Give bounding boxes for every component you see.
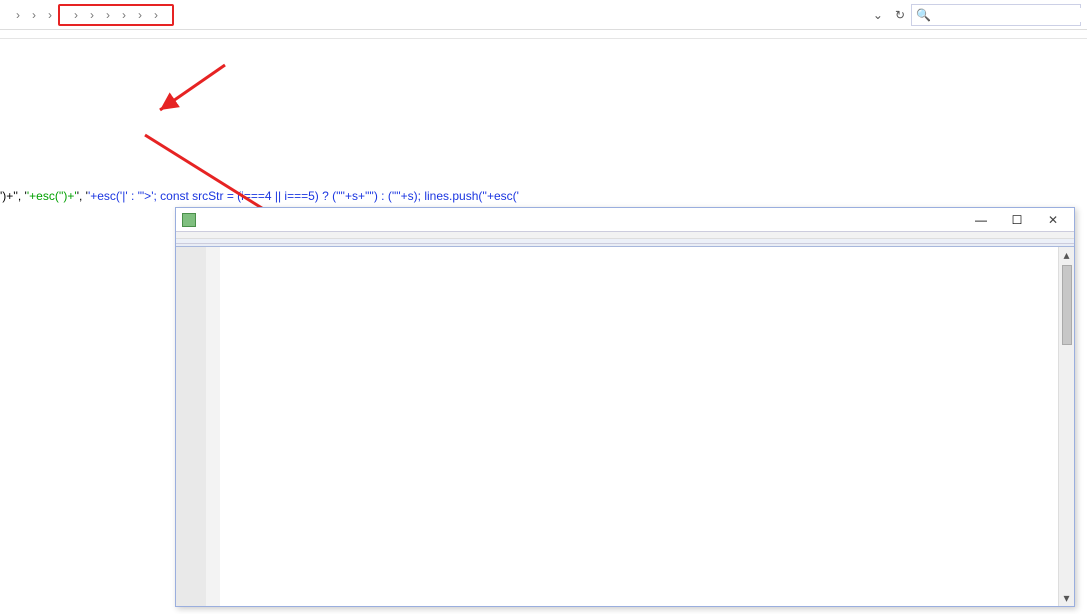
refresh-icon[interactable]: ↻ <box>889 8 911 22</box>
breadcrumb-highlight: › › › › › › <box>58 4 174 26</box>
column-headers[interactable] <box>0 30 1087 39</box>
close-button[interactable]: ✕ <box>1038 211 1068 229</box>
app-icon <box>182 213 196 227</box>
window-titlebar[interactable]: — ☐ ✕ <box>176 208 1074 232</box>
code-editor[interactable] <box>220 247 1074 606</box>
notepadpp-window: — ☐ ✕ ▴ ▾ <box>175 207 1075 607</box>
scroll-up-icon[interactable]: ▴ <box>1059 247 1074 263</box>
history-dropdown-icon[interactable]: ⌄ <box>867 8 889 22</box>
chevron-icon: › <box>16 8 20 22</box>
editor-area: ▴ ▾ <box>176 247 1074 606</box>
vertical-scrollbar[interactable]: ▴ ▾ <box>1058 247 1074 606</box>
search-input[interactable] <box>935 8 1087 22</box>
file-list <box>0 39 1087 189</box>
explorer-address-bar: › › › › › › › › › ⌄ ↻ 🔍 <box>0 0 1087 30</box>
chevron-icon: › <box>32 8 36 22</box>
minimize-button[interactable]: — <box>966 211 996 229</box>
search-box[interactable]: 🔍 <box>911 4 1081 26</box>
chevron-icon: › <box>48 8 52 22</box>
fold-column <box>206 247 220 606</box>
scroll-thumb[interactable] <box>1062 265 1072 345</box>
breadcrumb[interactable]: › › › › › › › › › <box>6 4 867 26</box>
search-icon: 🔍 <box>916 8 931 22</box>
maximize-button[interactable]: ☐ <box>1002 211 1032 229</box>
menubar <box>176 232 1074 239</box>
scroll-down-icon[interactable]: ▾ <box>1059 590 1074 606</box>
line-numbers <box>176 247 206 606</box>
